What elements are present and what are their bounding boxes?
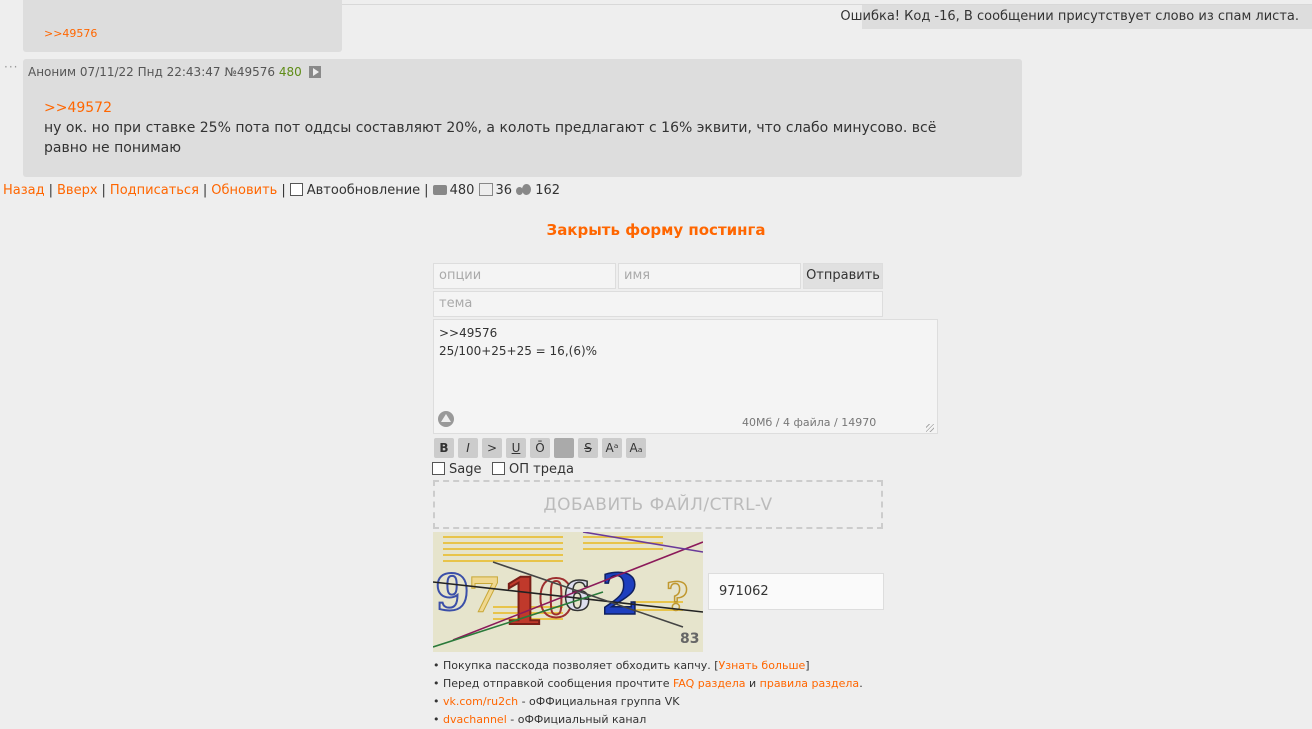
posters-icon: [516, 184, 532, 195]
underline-button[interactable]: U: [506, 438, 526, 458]
posts-icon: [432, 185, 447, 195]
images-count: 36: [495, 183, 513, 198]
captcha-image[interactable]: 9 7 1 0 6 2 ? 83: [433, 532, 703, 652]
note-vk-text: - оФФициальная группа VK: [518, 695, 680, 708]
previous-post: >>49576: [23, 0, 342, 52]
thread-nav: Назад | Вверх | Подписаться | Обновить | Автообн…: [3, 183, 561, 198]
overline-button[interactable]: Ō: [530, 438, 550, 458]
strike-button[interactable]: S: [578, 438, 598, 458]
captcha-input[interactable]: 971062: [708, 573, 884, 610]
sage-option[interactable]: Sage: [432, 462, 481, 477]
form-notes: • Покупка пасскода позволяет обходить ка…: [433, 657, 863, 729]
posters-count: 162: [535, 183, 561, 198]
vk-link[interactable]: vk.com/ru2ch: [443, 695, 518, 708]
upload-limits: 40Мб / 4 файла / 14970: [742, 416, 877, 429]
subscribe-link[interactable]: Подписаться: [110, 183, 199, 198]
note-and: и: [745, 677, 760, 690]
autorefresh-label: Автообновление: [306, 183, 421, 198]
subject-placeholder: тема: [439, 296, 473, 311]
name-input[interactable]: имя: [618, 263, 801, 289]
op-checkbox[interactable]: [492, 462, 505, 475]
refresh-link[interactable]: Обновить: [211, 183, 277, 198]
op-option[interactable]: ОП треда: [492, 462, 574, 477]
play-icon[interactable]: [308, 66, 321, 78]
post-count: 480: [278, 65, 302, 79]
post-author: Аноним: [28, 65, 77, 79]
note-channel-text: - оФФициальный канал: [506, 713, 647, 726]
post-body: >>49572 ну ок. но при ставке 25% пота по…: [44, 98, 984, 158]
options-input[interactable]: опции: [433, 263, 616, 289]
sticker-icon[interactable]: [438, 411, 454, 427]
autorefresh-checkbox[interactable]: [289, 183, 303, 196]
name-placeholder: имя: [624, 268, 651, 283]
post-menu-icon[interactable]: ···: [4, 60, 18, 74]
subject-input[interactable]: тема: [433, 291, 883, 317]
rules-link[interactable]: правила раздела: [760, 677, 860, 690]
captcha-graphic: 9 7 1 0 6 2 ? 83: [433, 532, 703, 652]
quote-link[interactable]: >>49572: [44, 98, 984, 118]
options-placeholder: опции: [439, 268, 482, 283]
resize-handle-icon[interactable]: [926, 424, 934, 432]
superscript-button[interactable]: Aᵃ: [602, 438, 622, 458]
italic-button[interactable]: I: [458, 438, 478, 458]
channel-link[interactable]: dvachannel: [443, 713, 507, 726]
svg-text:2: 2: [601, 562, 640, 628]
note-passcode-end: ]: [805, 659, 810, 672]
spoiler-button[interactable]: [554, 438, 574, 458]
post: Аноним 07/11/22 Пнд 22:43:47 №49576 480 …: [23, 59, 1022, 177]
post-number[interactable]: №49576: [224, 65, 275, 79]
add-file-dropzone[interactable]: ДОБАВИТЬ ФАЙЛ/CTRL-V: [433, 480, 883, 529]
quote-button[interactable]: >: [482, 438, 502, 458]
note-faq-end: .: [859, 677, 863, 690]
images-icon: [478, 183, 493, 196]
note-passcode-text: Покупка пасскода позволяет обходить капч…: [443, 659, 719, 672]
passcode-more-link[interactable]: Узнать больше: [719, 659, 806, 672]
post-datetime: 07/11/22 Пнд 22:43:47: [79, 65, 221, 79]
bold-button[interactable]: B: [434, 438, 454, 458]
post-text: ну ок. но при ставке 25% пота пот оддсы …: [44, 120, 937, 156]
top-link[interactable]: Вверх: [57, 183, 98, 198]
svg-text:9: 9: [435, 563, 470, 622]
send-button[interactable]: Отправить: [803, 263, 883, 289]
posts-count: 480: [449, 183, 475, 198]
svg-text:7: 7: [468, 568, 501, 624]
subscript-button[interactable]: Aₐ: [626, 438, 646, 458]
note-vk: • vk.com/ru2ch - оФФициальная группа VK: [433, 695, 680, 708]
captcha-corner-number: 83: [680, 631, 699, 647]
svg-text:?: ?: [666, 574, 688, 619]
reply-link[interactable]: >>49576: [44, 27, 97, 40]
note-faq-text: Перед отправкой сообщения прочтите: [443, 677, 673, 690]
sage-checkbox[interactable]: [432, 462, 445, 475]
sage-label: Sage: [449, 462, 482, 477]
close-form-link[interactable]: Закрыть форму постинга: [0, 221, 1312, 239]
post-header: Аноним 07/11/22 Пнд 22:43:47 №49576 480: [28, 65, 321, 79]
note-passcode: • Покупка пасскода позволяет обходить ка…: [433, 659, 810, 672]
note-channel: • dvachannel - оФФициальный канал: [433, 713, 647, 726]
back-link[interactable]: Назад: [3, 183, 45, 198]
faq-link[interactable]: FAQ раздела: [673, 677, 746, 690]
error-toast: Ошибка! Код -16, В сообщении присутствуе…: [840, 5, 1312, 29]
error-text: Ошибка! Код -16, В сообщении присутствуе…: [840, 9, 1299, 24]
note-faq: • Перед отправкой сообщения прочтите FAQ…: [433, 677, 863, 690]
op-label: ОП треда: [509, 462, 574, 477]
